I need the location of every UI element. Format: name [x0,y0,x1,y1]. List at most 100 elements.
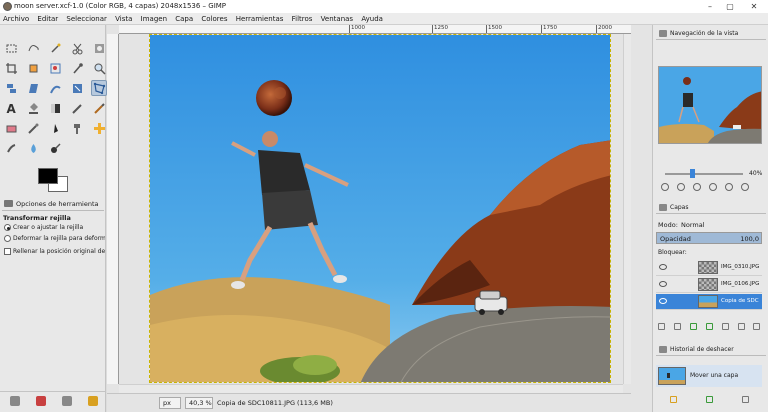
menu-herramientas[interactable]: Herramientas [233,13,287,25]
vertical-ruler[interactable] [107,34,119,384]
pencil-icon[interactable] [69,100,85,116]
toolbox-bottom-bar [0,391,106,411]
text-tool-icon[interactable]: A [3,100,19,116]
image-canvas[interactable] [149,34,611,383]
new-group-icon[interactable] [674,323,681,330]
lock-label: Bloquear: [658,249,687,256]
gradient-icon[interactable] [47,100,63,116]
lower-layer-icon[interactable] [706,323,713,330]
layer-row-selected[interactable]: Copia de SDC [656,294,762,310]
zoom-shrink-icon[interactable] [741,183,749,191]
free-select-icon[interactable] [25,40,41,56]
heal-icon[interactable] [91,120,107,136]
minimize-button[interactable]: – [700,1,720,12]
undo-history-tab[interactable]: Historial de deshacer [656,343,766,356]
warp-icon[interactable] [47,80,63,96]
airbrush-icon[interactable] [25,120,41,136]
zoom-out-icon[interactable] [661,183,669,191]
layer-thumbnail [698,295,718,308]
create-grid-radio[interactable] [4,224,11,231]
menu-colores[interactable]: Colores [198,13,230,25]
delete-layer-icon[interactable] [753,323,760,330]
opacity-value: 100,0 [740,235,759,243]
menu-seleccionar[interactable]: Seleccionar [63,13,110,25]
navigation-tab[interactable]: Navegación de la vista [656,27,766,40]
foreground-select-icon[interactable] [91,40,107,56]
canvas-area: 1000 1250 1500 1750 2000 [107,25,631,393]
window-title: moon server.xcf-1.0 (Color RGB, 4 capas)… [14,2,227,10]
anchor-layer-icon[interactable] [738,323,745,330]
right-dock: Navegación de la vista 40% Capas Modo: N… [652,25,768,412]
clear-history-icon[interactable] [742,396,749,403]
reset-options-icon[interactable] [88,396,98,406]
ruler-tick: 1250 [432,25,448,33]
fill-original-checkbox[interactable] [4,248,11,255]
scissors-select-icon[interactable] [69,40,85,56]
align-icon[interactable] [3,80,19,96]
zoom-slider-handle[interactable] [690,169,695,178]
history-item[interactable]: Mover una capa [656,365,762,387]
tool-options-icon [4,200,13,207]
clone-icon[interactable] [69,120,85,136]
layer-row[interactable]: IMG_0310.JPG [656,260,762,276]
layers-tab[interactable]: Capas [656,201,766,214]
visibility-eye-icon[interactable] [659,281,667,287]
close-button[interactable]: ✕ [744,1,764,12]
deform-grid-radio[interactable] [4,235,11,242]
zoom-slider-track[interactable] [665,173,743,175]
menu-archivo[interactable]: Archivo [0,13,32,25]
zoom-icon[interactable] [91,60,107,76]
visibility-eye-icon[interactable] [659,298,667,304]
opacity-slider[interactable]: Opacidad 100,0 [656,232,762,244]
smudge-icon[interactable] [3,140,19,156]
delete-options-icon[interactable] [62,396,72,406]
fuzzy-select-icon[interactable] [47,40,63,56]
color-picker-icon[interactable] [69,60,85,76]
move-icon[interactable] [25,60,41,76]
rect-select-icon[interactable] [3,40,19,56]
tool-options-tab[interactable]: Opciones de herramienta [2,197,104,211]
zoom-1to1-icon[interactable] [693,183,701,191]
vertical-scrollbar[interactable] [623,34,631,384]
undo-icon[interactable] [670,396,677,403]
dodge-burn-icon[interactable] [47,140,63,156]
menu-imagen[interactable]: Imagen [138,13,170,25]
zoom-percentage: 40% [749,170,763,177]
restore-options-icon[interactable] [36,396,46,406]
horizontal-scrollbar[interactable] [119,384,623,393]
layer-buttons [656,323,762,333]
horizontal-ruler[interactable]: 1000 1250 1500 1750 2000 [119,25,631,34]
paintbrush-icon[interactable] [91,100,107,116]
bucket-fill-icon[interactable] [25,100,41,116]
zoom-fill-icon[interactable] [725,183,733,191]
menu-capa[interactable]: Capa [172,13,196,25]
menu-ventanas[interactable]: Ventanas [318,13,356,25]
new-layer-icon[interactable] [658,323,665,330]
blur-icon[interactable] [25,140,41,156]
ink-icon[interactable] [47,120,63,136]
redo-icon[interactable] [706,396,713,403]
unified-transform-icon[interactable] [25,80,41,96]
zoom-fit-icon[interactable] [709,183,717,191]
menu-ayuda[interactable]: Ayuda [358,13,386,25]
layer-row[interactable]: IMG_0106.JPG [656,277,762,293]
duplicate-layer-icon[interactable] [722,323,729,330]
maximize-button[interactable]: ▢ [720,1,740,12]
perspective-icon[interactable] [69,80,85,96]
cage-transform-icon[interactable] [91,80,107,96]
text-select-icon[interactable] [47,60,63,76]
eraser-icon[interactable] [3,120,19,136]
visibility-eye-icon[interactable] [659,264,667,270]
foreground-color-swatch[interactable] [38,168,58,184]
menu-vista[interactable]: Vista [112,13,135,25]
unit-select[interactable]: px [159,397,181,409]
navigation-preview[interactable] [658,66,762,144]
crop-icon[interactable] [3,60,19,76]
menu-editar[interactable]: Editar [34,13,61,25]
zoom-in-icon[interactable] [677,183,685,191]
raise-layer-icon[interactable] [690,323,697,330]
zoom-select[interactable]: 40,3 % [185,397,213,409]
mode-select[interactable]: Normal [681,221,705,229]
save-options-icon[interactable] [10,396,20,406]
menu-filtros[interactable]: Filtros [289,13,316,25]
